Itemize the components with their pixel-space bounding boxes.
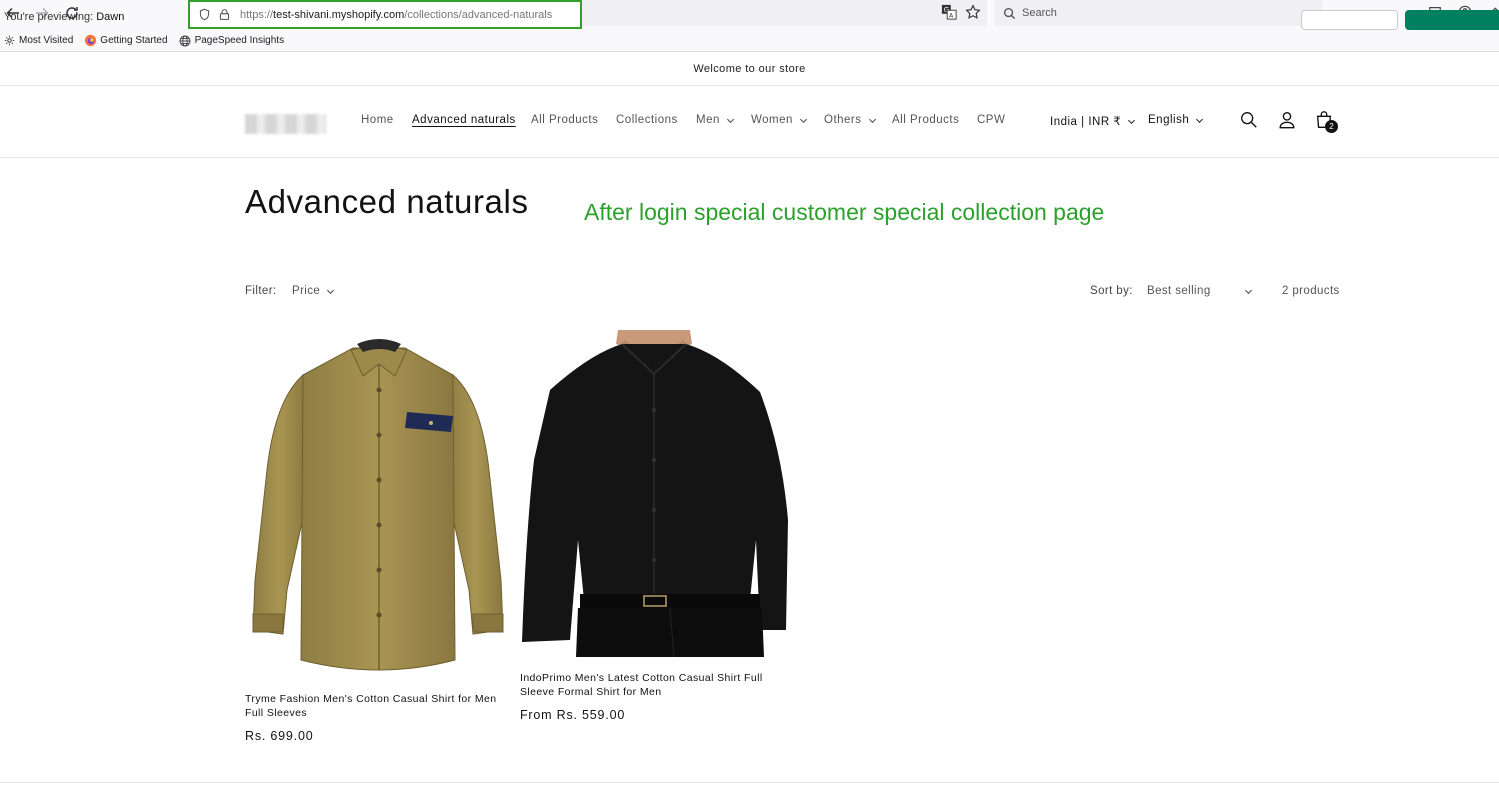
bookmarks-bar: Most Visited Getting Started PageSpeed I…: [0, 30, 1499, 52]
nav-label: Home: [361, 114, 394, 126]
nav-others[interactable]: Others: [824, 114, 877, 126]
url-bar-extension[interactable]: [582, 0, 987, 26]
nav-label: Advanced naturals: [412, 114, 516, 126]
lock-icon[interactable]: [216, 7, 232, 23]
url-text: https://test-shivani.myshopify.com/colle…: [240, 8, 553, 21]
announcement-bar: Welcome to our store: [0, 52, 1499, 86]
nav-cpw[interactable]: CPW: [977, 114, 1005, 126]
search-icon: [1003, 7, 1016, 19]
sort-label: Sort by:: [1090, 285, 1133, 297]
bookmark-star-icon[interactable]: [965, 4, 983, 22]
language-label: English: [1148, 114, 1190, 126]
nav-advanced-naturals[interactable]: Advanced naturals: [412, 114, 516, 126]
nav-men[interactable]: Men: [696, 114, 735, 126]
product-title[interactable]: Tryme Fashion Men's Cotton Casual Shirt …: [245, 692, 513, 720]
page-title: Advanced naturals: [245, 183, 529, 220]
firefox-icon: [84, 34, 97, 47]
nav-label: Collections: [616, 114, 678, 126]
share-preview-button[interactable]: [1405, 10, 1499, 30]
nav-label: Men: [696, 114, 720, 126]
chevron-down-icon: [1244, 289, 1253, 294]
filter-price-label: Price: [292, 285, 321, 297]
account-icon[interactable]: [1277, 110, 1299, 132]
nav-all-products[interactable]: All Products: [531, 114, 598, 126]
country-selector[interactable]: India | INR ₹: [1050, 114, 1136, 128]
bookmark-pagespeed[interactable]: PageSpeed Insights: [179, 34, 285, 47]
bookmark-label: Getting Started: [100, 35, 168, 46]
nav-label: CPW: [977, 114, 1006, 126]
nav-label: Women: [751, 114, 793, 126]
translate-icon[interactable]: GA: [941, 4, 959, 22]
search-icon[interactable]: [1239, 110, 1261, 132]
language-selector[interactable]: English: [1148, 114, 1204, 126]
product-card[interactable]: Tryme Fashion Men's Cotton Casual Shirt …: [245, 330, 513, 750]
country-label: India | INR ₹: [1050, 116, 1122, 128]
preview-text: You're previewing: Dawn: [4, 11, 125, 23]
product-price: From Rs. 559.00: [520, 708, 626, 722]
chevron-down-icon: [327, 289, 335, 294]
sort-select[interactable]: Best selling: [1147, 285, 1253, 297]
nav-collections[interactable]: Collections: [616, 114, 678, 126]
globe-icon: [179, 34, 192, 47]
shield-icon[interactable]: [196, 7, 212, 23]
store-logo[interactable]: [245, 114, 326, 134]
chevron-down-icon: [1128, 119, 1136, 124]
chevron-down-icon: [1196, 118, 1204, 123]
browser-search-input[interactable]: Search: [995, 0, 1322, 26]
product-price: Rs. 699.00: [245, 729, 314, 743]
announcement-text: Welcome to our store: [693, 62, 806, 75]
filter-label: Filter:: [245, 285, 277, 297]
bookmark-label: PageSpeed Insights: [194, 35, 285, 46]
bookmark-getting-started[interactable]: Getting Started: [84, 34, 168, 47]
nav-home[interactable]: Home: [361, 114, 394, 126]
product-image-black-shirt[interactable]: [520, 330, 788, 657]
sort-value: Best selling: [1147, 285, 1211, 297]
gear-icon: [3, 34, 16, 47]
chevron-down-icon: [799, 118, 807, 123]
store-header: Home Advanced naturals All Products Coll…: [0, 86, 1499, 158]
nav-all-products-2[interactable]: All Products: [892, 114, 959, 126]
search-placeholder: Search: [1022, 7, 1057, 19]
bookmark-most-visited[interactable]: Most Visited: [3, 34, 73, 47]
bookmark-label: Most Visited: [19, 35, 74, 46]
chevron-down-icon: [868, 118, 876, 123]
chevron-down-icon: [726, 118, 734, 123]
annotation-text: After login special customer special col…: [584, 199, 1105, 225]
nav-women[interactable]: Women: [751, 114, 808, 126]
nav-label: All Products: [531, 114, 599, 126]
svg-text:A: A: [949, 12, 954, 19]
close-preview-button[interactable]: [1301, 10, 1398, 30]
product-image-khaki-shirt[interactable]: [245, 330, 513, 673]
cart-count-badge: 2: [1325, 120, 1338, 133]
url-bar[interactable]: https://test-shivani.myshopify.com/colle…: [188, 0, 582, 29]
theme-preview-bar: [0, 782, 1499, 806]
nav-label: Others: [824, 114, 862, 126]
product-card[interactable]: IndoPrimo Men's Latest Cotton Casual Shi…: [520, 330, 788, 730]
filter-price-dropdown[interactable]: Price: [292, 285, 335, 297]
nav-label: All Products: [892, 114, 960, 126]
product-title[interactable]: IndoPrimo Men's Latest Cotton Casual Shi…: [520, 671, 780, 699]
product-count: 2 products: [1282, 285, 1340, 297]
